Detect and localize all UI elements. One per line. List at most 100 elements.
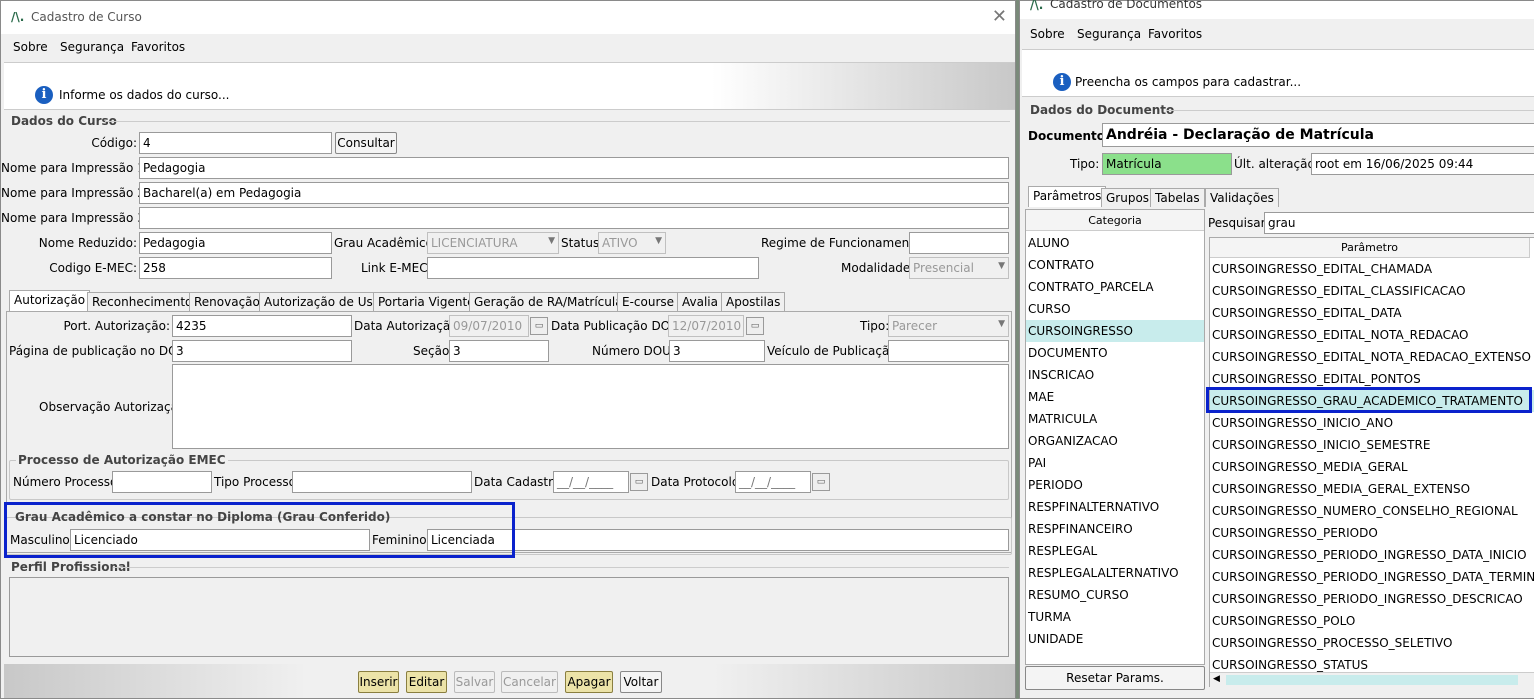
nome3-input[interactable] bbox=[139, 207, 1009, 229]
documento-input[interactable]: Andréia - Declaração de Matrícula bbox=[1102, 123, 1534, 147]
parametro-item[interactable]: CURSOINGRESSO_NUMERO_CONSELHO_REGIONAL bbox=[1210, 500, 1534, 522]
voltar-button[interactable]: Voltar bbox=[620, 671, 662, 693]
obs-textarea[interactable] bbox=[172, 364, 1009, 449]
nome2-input[interactable]: Bacharel(a) em Pedagogia bbox=[139, 182, 1009, 204]
regime-input[interactable] bbox=[909, 232, 1009, 254]
editar-button[interactable]: Editar bbox=[406, 671, 447, 693]
tab-reconhecimento[interactable]: Reconhecimento bbox=[87, 292, 198, 311]
tab-validacoes[interactable]: Validações bbox=[1205, 188, 1279, 207]
parametro-header[interactable]: Parâmetro bbox=[1210, 238, 1530, 258]
pesquisar-input[interactable]: grau bbox=[1264, 212, 1534, 234]
parametro-item[interactable]: CURSOINGRESSO_MEDIA_GERAL bbox=[1210, 456, 1534, 478]
parametro-item[interactable]: CURSOINGRESSO_PERIODO_INGRESSO_DATA_INIC… bbox=[1210, 544, 1534, 566]
tab-autorizacao[interactable]: Autorização bbox=[9, 290, 91, 311]
categoria-item[interactable]: RESPLEGALALTERNATIVO bbox=[1026, 562, 1204, 584]
nome-reduzido-input[interactable]: Pedagogia bbox=[139, 232, 332, 254]
parametro-item[interactable]: CURSOINGRESSO_POLO bbox=[1210, 610, 1534, 632]
tab-autorizacao-uso[interactable]: Autorização de Uso bbox=[259, 292, 386, 311]
categoria-item[interactable]: MAE bbox=[1026, 386, 1204, 408]
parametro-item[interactable]: CURSOINGRESSO_EDITAL_CLASSIFICACAO bbox=[1210, 280, 1534, 302]
categoria-item[interactable]: RESPFINALTERNATIVO bbox=[1026, 496, 1204, 518]
categoria-item[interactable]: RESPLEGAL bbox=[1026, 540, 1204, 562]
tab-parametros[interactable]: Parâmetros bbox=[1028, 186, 1107, 207]
pagina-input[interactable]: 3 bbox=[172, 340, 352, 362]
data-aut-input[interactable]: 09/07/2010 bbox=[449, 315, 529, 337]
salvar-button[interactable]: Salvar bbox=[454, 671, 495, 693]
menu-sobre[interactable]: Sobre bbox=[1030, 27, 1065, 41]
link-emec-input[interactable] bbox=[427, 257, 759, 279]
secao-input[interactable]: 3 bbox=[449, 340, 549, 362]
alter-input[interactable]: root em 16/06/2025 09:44 bbox=[1311, 153, 1534, 175]
inserir-button[interactable]: Inserir bbox=[358, 671, 399, 693]
categoria-header[interactable]: Categoria bbox=[1026, 210, 1204, 231]
menu-seguranca[interactable]: Segurança bbox=[1077, 27, 1141, 41]
categoria-item[interactable]: INSCRICAO bbox=[1026, 364, 1204, 386]
data-prot-input[interactable]: __/__/____ bbox=[735, 471, 811, 493]
parametro-item[interactable]: CURSOINGRESSO_INICIO_ANO bbox=[1210, 412, 1534, 434]
tipo-input[interactable]: Matrícula bbox=[1102, 153, 1232, 175]
resetar-button[interactable]: Resetar Params. bbox=[1025, 666, 1205, 690]
parametro-item[interactable]: CURSOINGRESSO_EDITAL_NOTA_REDACAO_EXTENS… bbox=[1210, 346, 1534, 368]
parametro-item[interactable]: CURSOINGRESSO_PROCESSO_SELETIVO bbox=[1210, 632, 1534, 654]
categoria-item[interactable]: CURSO bbox=[1026, 298, 1204, 320]
parametro-item[interactable]: CURSOINGRESSO_INICIO_SEMESTRE bbox=[1210, 434, 1534, 456]
port-aut-input[interactable]: 4235 bbox=[172, 315, 352, 337]
categoria-item[interactable]: DOCUMENTO bbox=[1026, 342, 1204, 364]
parametro-item[interactable]: CURSOINGRESSO_EDITAL_CHAMADA bbox=[1210, 258, 1534, 280]
tipo-select[interactable]: Parecer ▼ bbox=[888, 315, 1009, 337]
categoria-item[interactable]: CURSOINGRESSO bbox=[1026, 320, 1204, 342]
categoria-item[interactable]: UNIDADE bbox=[1026, 628, 1204, 650]
codigo-input[interactable]: 4 bbox=[139, 132, 332, 154]
modalidade-select[interactable]: Presencial ▼ bbox=[909, 257, 1009, 279]
menu-sobre[interactable]: Sobre bbox=[13, 40, 48, 54]
apagar-button[interactable]: Apagar bbox=[565, 671, 613, 693]
data-cad-input[interactable]: __/__/____ bbox=[553, 471, 629, 493]
horizontal-scrollbar[interactable]: ◀ bbox=[1210, 672, 1534, 687]
categoria-item[interactable]: CONTRATO bbox=[1026, 254, 1204, 276]
status-select[interactable]: ATIVO ▼ bbox=[598, 232, 666, 254]
cancelar-button[interactable]: Cancelar bbox=[501, 671, 558, 693]
num-proc-input[interactable] bbox=[112, 471, 212, 493]
tab-geracao-ra[interactable]: Geração de RA/Matrículas bbox=[469, 292, 634, 311]
parametro-item[interactable]: CURSOINGRESSO_PERIODO_INGRESSO_DESCRICAO bbox=[1210, 588, 1534, 610]
categoria-item[interactable]: PERIODO bbox=[1026, 474, 1204, 496]
categoria-item[interactable]: RESUMO_CURSO bbox=[1026, 584, 1204, 606]
parametro-item[interactable]: CURSOINGRESSO_EDITAL_NOTA_REDACAO bbox=[1210, 324, 1534, 346]
parametro-item[interactable]: CURSOINGRESSO_MEDIA_GERAL_EXTENSO bbox=[1210, 478, 1534, 500]
grau-select[interactable]: LICENCIATURA ▼ bbox=[427, 232, 559, 254]
parametro-item[interactable]: CURSOINGRESSO_EDITAL_DATA bbox=[1210, 302, 1534, 324]
categoria-item[interactable]: MATRICULA bbox=[1026, 408, 1204, 430]
nome1-input[interactable]: Pedagogia bbox=[139, 157, 1009, 179]
tab-ecourse[interactable]: E-course bbox=[617, 292, 680, 311]
tab-tabelas[interactable]: Tabelas bbox=[1150, 188, 1205, 207]
calendar-icon[interactable]: ▭ bbox=[530, 317, 548, 335]
categoria-item[interactable]: ORGANIZACAO bbox=[1026, 430, 1204, 452]
menu-favoritos[interactable]: Favoritos bbox=[1148, 27, 1202, 41]
categoria-item[interactable]: RESPFINANCEIRO bbox=[1026, 518, 1204, 540]
tipo-proc-input[interactable] bbox=[292, 471, 472, 493]
calendar-icon[interactable]: ▭ bbox=[630, 473, 648, 491]
calendar-icon[interactable]: ▭ bbox=[812, 473, 830, 491]
data-pub-input[interactable]: 12/07/2010 bbox=[668, 315, 744, 337]
veiculo-input[interactable] bbox=[888, 340, 1009, 362]
scroll-thumb[interactable] bbox=[1226, 675, 1518, 685]
consultar-button[interactable]: Consultar bbox=[335, 132, 397, 154]
calendar-icon[interactable]: ▭ bbox=[746, 317, 764, 335]
emec-input[interactable]: 258 bbox=[139, 257, 332, 279]
tab-grupos[interactable]: Grupos bbox=[1101, 188, 1155, 207]
categoria-item[interactable]: TURMA bbox=[1026, 606, 1204, 628]
scroll-left-icon[interactable]: ◀ bbox=[1213, 674, 1220, 684]
categoria-item[interactable]: PAI bbox=[1026, 452, 1204, 474]
tab-avalia[interactable]: Avalia bbox=[677, 292, 723, 311]
perfil-textarea[interactable] bbox=[9, 577, 1009, 657]
parametro-item[interactable]: CURSOINGRESSO_PERIODO bbox=[1210, 522, 1534, 544]
menu-seguranca[interactable]: Segurança bbox=[60, 40, 124, 54]
categoria-item[interactable]: ALUNO bbox=[1026, 232, 1204, 254]
close-icon[interactable]: ✕ bbox=[992, 6, 1007, 27]
tab-apostilas[interactable]: Apostilas bbox=[721, 292, 786, 311]
tab-portaria-vigente[interactable]: Portaria Vigente bbox=[373, 292, 480, 311]
menu-favoritos[interactable]: Favoritos bbox=[131, 40, 185, 54]
categoria-item[interactable]: CONTRATO_PARCELA bbox=[1026, 276, 1204, 298]
tab-renovacao[interactable]: Renovação bbox=[189, 292, 265, 311]
parametro-item[interactable]: CURSOINGRESSO_PERIODO_INGRESSO_DATA_TERM… bbox=[1210, 566, 1534, 588]
